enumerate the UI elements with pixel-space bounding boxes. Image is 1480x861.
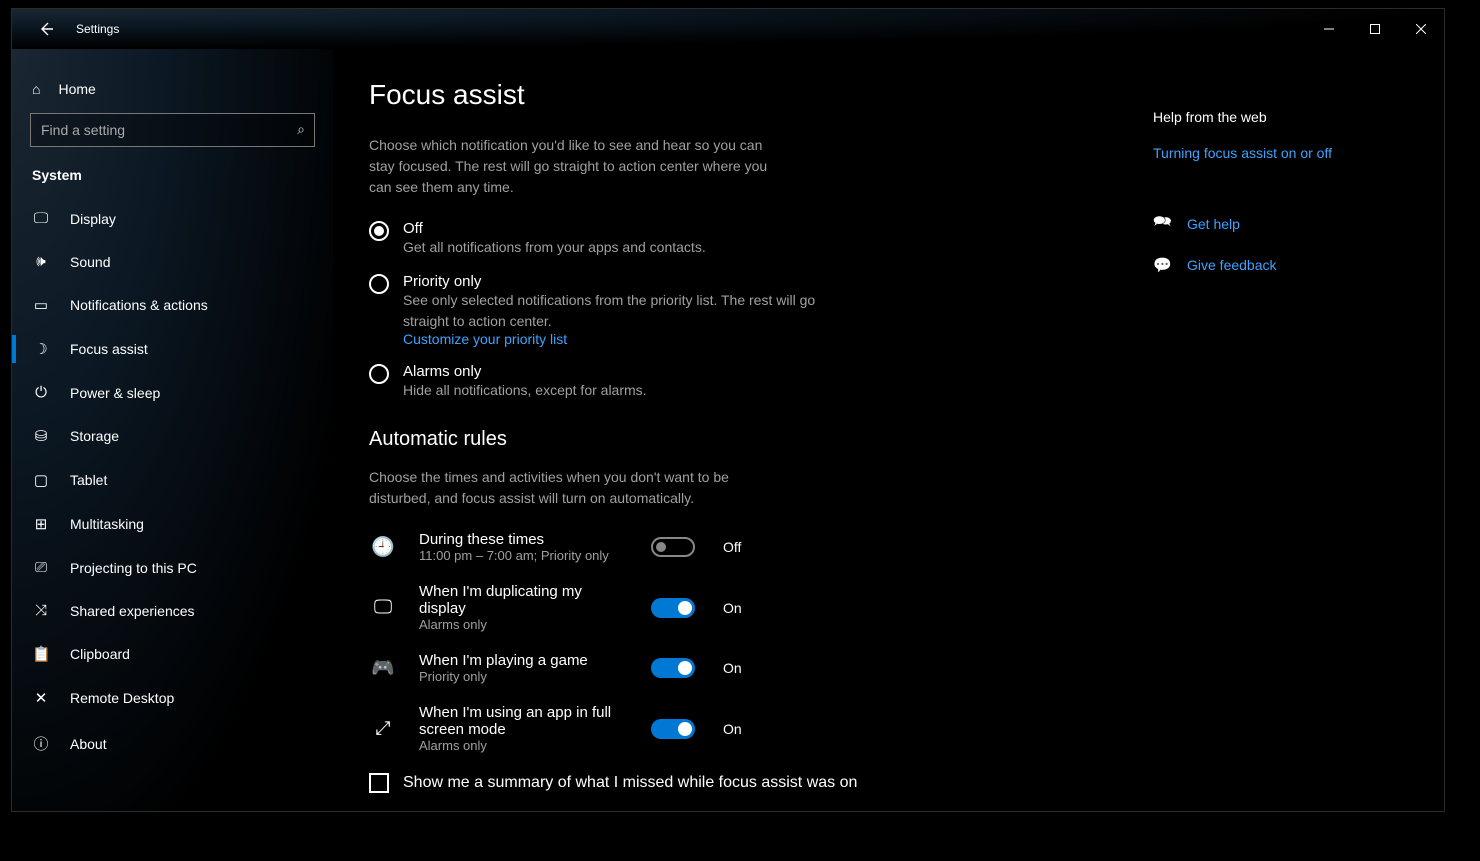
get-help-link[interactable]: 🗪 Get help [1153, 211, 1399, 236]
nav-focus-assist[interactable]: ☽Focus assist [12, 327, 333, 371]
window-title: Settings [76, 22, 119, 36]
rule-duplicating[interactable]: 🖵 When I'm duplicating my display Alarms… [369, 583, 1117, 632]
nav-tablet[interactable]: ▢Tablet [12, 458, 333, 502]
display-icon: 🖵 [32, 210, 50, 227]
maximize-icon [1370, 24, 1380, 34]
tablet-icon: ▢ [32, 471, 50, 489]
page-title: Focus assist [369, 79, 1117, 111]
chat-icon: 🗪 [1153, 211, 1171, 236]
sound-icon: 🕪 [32, 253, 50, 270]
checkbox-icon [369, 773, 389, 793]
nav-clipboard[interactable]: 📋Clipboard [12, 632, 333, 676]
power-icon: ⏻ [32, 384, 50, 401]
nav-notifications[interactable]: ▭Notifications & actions [12, 283, 333, 327]
fullscreen-icon: ⤢ [369, 718, 397, 740]
nav-about[interactable]: ⓘAbout [12, 720, 333, 767]
nav-projecting[interactable]: ⎚Projecting to this PC [12, 546, 333, 589]
window-controls [1306, 13, 1444, 45]
section-header: System [12, 167, 333, 197]
monitor-icon: 🖵 [369, 597, 397, 619]
clock-icon: 🕘 [369, 535, 397, 559]
multitasking-icon: ⊞ [32, 515, 50, 533]
minimize-icon [1324, 24, 1334, 34]
toggle-times[interactable] [651, 537, 695, 557]
nav-sound[interactable]: 🕪Sound [12, 240, 333, 283]
focus-mode-radios: Off Get all notifications from your apps… [369, 220, 1117, 400]
content: Focus assist Choose which notification y… [333, 49, 1153, 811]
feedback-link[interactable]: 💬 Give feedback [1153, 256, 1399, 274]
radio-off[interactable]: Off Get all notifications from your apps… [369, 220, 1117, 257]
shared-icon: ⤨ [32, 602, 50, 619]
radio-alarms[interactable]: Alarms only Hide all notifications, exce… [369, 363, 1117, 400]
rule-game[interactable]: 🎮 When I'm playing a game Priority only … [369, 652, 1117, 684]
nav-remote[interactable]: ✕Remote Desktop [12, 676, 333, 720]
customize-priority-link[interactable]: Customize your priority list [403, 331, 823, 347]
sidebar: ⌂ Home ⌕ System 🖵Display 🕪Sound ▭Notific… [12, 49, 333, 811]
home-nav[interactable]: ⌂ Home [12, 75, 333, 113]
search-input[interactable] [30, 113, 315, 147]
help-web-link[interactable]: Turning focus assist on or off [1153, 145, 1399, 161]
remote-icon: ✕ [32, 689, 50, 707]
page-description: Choose which notification you'd like to … [369, 135, 789, 198]
summary-checkbox-label: Show me a summary of what I missed while… [403, 774, 857, 792]
moon-icon: ☽ [32, 340, 50, 358]
projecting-icon: ⎚ [32, 559, 50, 576]
toggle-duplicating[interactable] [651, 598, 695, 618]
settings-window: Settings ⌂ Home ⌕ System 🖵Display 🕪Sou [11, 8, 1445, 812]
home-icon: ⌂ [32, 81, 40, 97]
close-button[interactable] [1398, 13, 1444, 45]
rule-times[interactable]: 🕘 During these times 11:00 pm – 7:00 am;… [369, 531, 1117, 563]
toggle-game[interactable] [651, 658, 695, 678]
search-icon: ⌕ [297, 121, 305, 138]
close-icon [1416, 24, 1426, 34]
rule-fullscreen[interactable]: ⤢ When I'm using an app in full screen m… [369, 704, 1117, 753]
radio-icon [369, 221, 389, 241]
back-arrow-icon [38, 21, 54, 37]
main-area: Focus assist Choose which notification y… [333, 49, 1444, 811]
game-icon: 🎮 [369, 656, 397, 680]
minimize-button[interactable] [1306, 13, 1352, 45]
nav-multitasking[interactable]: ⊞Multitasking [12, 502, 333, 546]
back-button[interactable] [34, 17, 58, 41]
auto-rules-desc: Choose the times and activities when you… [369, 467, 789, 509]
titlebar: Settings [12, 9, 1444, 49]
help-header: Help from the web [1153, 109, 1399, 125]
radio-icon [369, 364, 389, 384]
feedback-icon: 💬 [1153, 256, 1171, 274]
info-icon: ⓘ [32, 733, 50, 754]
toggle-fullscreen[interactable] [651, 719, 695, 739]
radio-priority[interactable]: Priority only See only selected notifica… [369, 273, 1117, 347]
storage-icon: ⛁ [32, 427, 50, 445]
maximize-button[interactable] [1352, 13, 1398, 45]
radio-icon [369, 274, 389, 294]
clipboard-icon: 📋 [32, 645, 50, 663]
nav-shared[interactable]: ⤨Shared experiences [12, 589, 333, 632]
auto-rules-header: Automatic rules [369, 428, 1117, 451]
nav-storage[interactable]: ⛁Storage [12, 414, 333, 458]
nav-list: 🖵Display 🕪Sound ▭Notifications & actions… [12, 197, 333, 787]
help-panel: Help from the web Turning focus assist o… [1153, 49, 1423, 811]
nav-display[interactable]: 🖵Display [12, 197, 333, 240]
notifications-icon: ▭ [32, 296, 50, 314]
nav-power[interactable]: ⏻Power & sleep [12, 371, 333, 414]
summary-checkbox-row[interactable]: Show me a summary of what I missed while… [369, 773, 1117, 793]
home-label: Home [58, 81, 95, 97]
